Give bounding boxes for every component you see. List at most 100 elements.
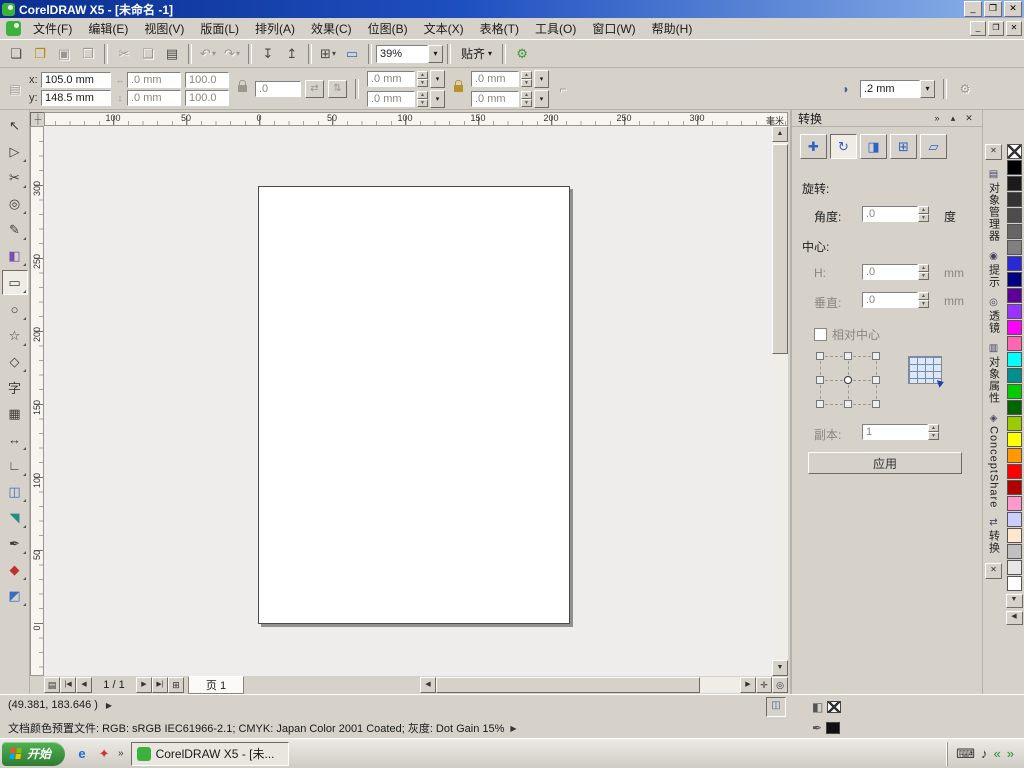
color-swatch[interactable]	[1007, 448, 1022, 463]
copies-field[interactable]: 1	[862, 424, 928, 440]
menu-item[interactable]: 视图(V)	[136, 18, 192, 39]
anchor-top-left[interactable]	[816, 352, 824, 360]
document-icon[interactable]	[6, 21, 21, 36]
color-swatch[interactable]	[1007, 560, 1022, 575]
crop-tool[interactable]: ✂	[3, 166, 27, 189]
document-page[interactable]	[258, 186, 570, 624]
menu-item[interactable]: 文本(X)	[416, 18, 472, 39]
color-swatch[interactable]	[1007, 384, 1022, 399]
docker-group-close-button[interactable]: ✕	[985, 144, 1002, 160]
fill-color-indicator[interactable]: ◧	[812, 700, 841, 714]
docker-tab-object-properties[interactable]: ▥对象属性	[986, 343, 1002, 404]
anchor-top-center[interactable]	[844, 352, 852, 360]
rotation-angle-field[interactable]: .0	[255, 81, 301, 97]
undo-button[interactable]: ↶▾	[196, 43, 220, 65]
color-swatch[interactable]	[1007, 224, 1022, 239]
color-swatch[interactable]	[1007, 240, 1022, 255]
docker-pin-button[interactable]: ▴	[946, 112, 960, 125]
transform-position-button[interactable]: ✚	[800, 134, 827, 159]
welcome-screen-button[interactable]: ▭	[340, 43, 364, 65]
relative-center-checkbox[interactable]: 相对中心	[814, 326, 880, 343]
menu-item[interactable]: 版面(L)	[192, 18, 247, 39]
menu-item[interactable]: 帮助(H)	[644, 18, 701, 39]
profile-expand-icon[interactable]: ▶	[510, 724, 516, 733]
color-eyedropper-tool[interactable]: ◥	[3, 506, 27, 529]
document-info-button[interactable]: ◫	[766, 697, 786, 717]
docker-tab-close-button[interactable]: ✕	[985, 563, 1002, 579]
scale-x-field[interactable]: 100.0	[185, 72, 229, 88]
page-flip-button[interactable]: ▤	[44, 677, 60, 693]
color-swatch[interactable]	[1007, 400, 1022, 415]
save-button[interactable]: ▣	[52, 43, 76, 65]
menu-item[interactable]: 表格(T)	[472, 18, 527, 39]
outline-pen-tool[interactable]: ✒	[3, 532, 27, 555]
color-swatch[interactable]	[1007, 432, 1022, 447]
tray-expand-icon[interactable]: »	[1007, 747, 1014, 760]
mirror-vertical-button[interactable]: ⇅	[328, 80, 347, 98]
color-swatch[interactable]	[1007, 480, 1022, 495]
color-swatch[interactable]	[1007, 208, 1022, 223]
docker-expand-button[interactable]: »	[930, 112, 944, 125]
volume-icon[interactable]: ♪	[981, 747, 988, 760]
lock-ratio-button[interactable]	[233, 72, 251, 106]
center-v-field[interactable]: .0	[862, 292, 918, 308]
page-settings-icon[interactable]: ▤	[5, 79, 25, 99]
corner-settings-icon[interactable]: ⌐	[553, 79, 573, 99]
color-swatch[interactable]	[1007, 512, 1022, 527]
previous-page-button[interactable]: ◀	[76, 677, 92, 693]
next-page-button[interactable]: ▶	[136, 677, 152, 693]
smart-fill-tool[interactable]: ◧	[3, 244, 27, 267]
color-swatch[interactable]	[1007, 528, 1022, 543]
new-document-button[interactable]: ❏	[4, 43, 28, 65]
anchor-bottom-right[interactable]	[872, 400, 880, 408]
outline-color-indicator[interactable]: ✒	[812, 721, 840, 735]
polygon-tool[interactable]: ☆	[3, 324, 27, 347]
color-swatch[interactable]	[1007, 176, 1022, 191]
document-close-button[interactable]: ✕	[1006, 21, 1022, 36]
restore-button[interactable]: ❐	[984, 1, 1002, 17]
print-button[interactable]: ❒	[76, 43, 100, 65]
docker-tab-hints[interactable]: ◉提示	[986, 251, 1002, 288]
object-height-field[interactable]: .0 mm	[127, 90, 181, 106]
duplicate-x-field[interactable]: .0 mm	[471, 71, 519, 87]
duplicate-y-spinner[interactable]: ▲▼	[521, 91, 532, 107]
object-y-field[interactable]: 148.5 mm	[41, 90, 111, 106]
color-swatch[interactable]	[1007, 288, 1022, 303]
property-options-icon[interactable]: ⚙	[955, 79, 975, 99]
angle-field[interactable]: .0	[862, 206, 918, 222]
blend-tool[interactable]: ◫	[3, 480, 27, 503]
last-page-button[interactable]: ▶|	[152, 677, 168, 693]
pick-tool[interactable]: ↖	[3, 114, 27, 137]
outline-width-value[interactable]: .2 mm	[860, 80, 920, 98]
scroll-right-button[interactable]: ▶	[740, 677, 756, 693]
color-swatch[interactable]	[1007, 336, 1022, 351]
page-tab[interactable]: 页 1	[188, 676, 244, 694]
horizontal-scroll-thumb[interactable]	[436, 677, 700, 693]
color-swatch[interactable]	[1007, 352, 1022, 367]
anchor-point-grid[interactable]	[816, 352, 880, 408]
apply-button[interactable]: 应用	[808, 452, 962, 474]
anchor-bottom-center[interactable]	[844, 400, 852, 408]
object-width-field[interactable]: .0 mm	[127, 72, 181, 88]
copies-spinner[interactable]: ▲▼	[928, 424, 939, 440]
palette-expand-button[interactable]: ◀	[1006, 611, 1023, 625]
color-swatch[interactable]	[1007, 192, 1022, 207]
menu-item[interactable]: 文件(F)	[25, 18, 80, 39]
vertical-scrollbar[interactable]: ▲ ▼	[772, 126, 788, 676]
menu-item[interactable]: 工具(O)	[527, 18, 584, 39]
transform-skew-button[interactable]: ▱	[920, 134, 947, 159]
menu-item[interactable]: 位图(B)	[360, 18, 416, 39]
scroll-left-button[interactable]: ◀	[420, 677, 436, 693]
horizontal-scrollbar[interactable]: ◀ ▶	[420, 677, 756, 693]
menu-item[interactable]: 排列(A)	[247, 18, 303, 39]
quicklaunch-browser-icon[interactable]: e	[71, 743, 93, 765]
start-button[interactable]: 开始	[2, 742, 65, 766]
color-swatch[interactable]	[1007, 464, 1022, 479]
nudge-y-dropdown-icon[interactable]: ▾	[430, 90, 445, 108]
quick-zoom-button[interactable]: ◎	[772, 677, 788, 693]
quicklaunch-app-icon[interactable]: ✦	[93, 743, 115, 765]
duplicate-x-spinner[interactable]: ▲▼	[521, 71, 532, 87]
close-button[interactable]: ✕	[1004, 1, 1022, 17]
minimize-button[interactable]: _	[964, 1, 982, 17]
duplicate-y-dropdown-icon[interactable]: ▾	[534, 90, 549, 108]
